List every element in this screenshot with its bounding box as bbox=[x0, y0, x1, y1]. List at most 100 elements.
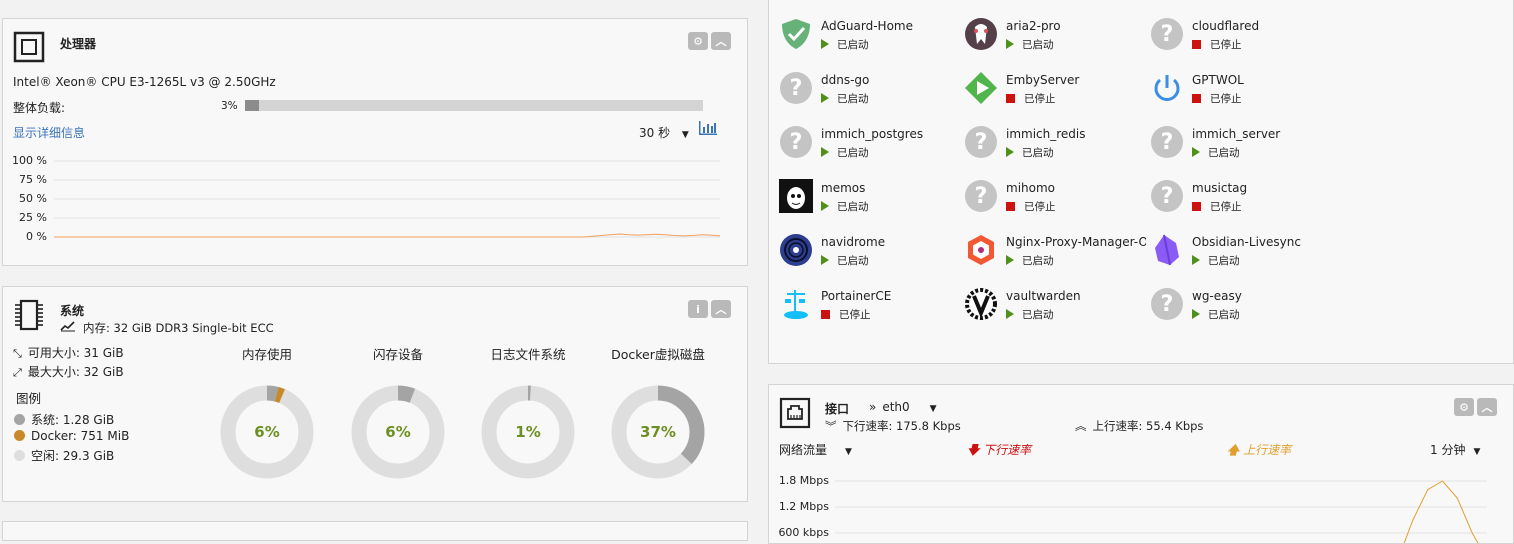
app-name: vaultwarden bbox=[1006, 289, 1081, 303]
network-interval-select[interactable]: 1 分钟 ▼ bbox=[1430, 441, 1480, 458]
collapse-icon[interactable]: ︿ bbox=[711, 300, 731, 318]
navidrome-icon[interactable] bbox=[779, 233, 813, 267]
aria2-icon[interactable] bbox=[964, 17, 998, 51]
up-arrow-icon: 🡅 bbox=[1227, 443, 1240, 457]
play-icon bbox=[1192, 255, 1200, 265]
portainer-icon[interactable] bbox=[779, 287, 813, 321]
traffic-select[interactable]: 网络流量 ▼ bbox=[779, 441, 852, 458]
cpu-model: Intel® Xeon® CPU E3-1265L v3 @ 2.50GHz bbox=[13, 75, 276, 89]
ethernet-icon bbox=[779, 397, 811, 429]
app-name: Obsidian-Livesync bbox=[1192, 235, 1301, 249]
app-status: 已停止 bbox=[1006, 91, 1056, 106]
y-tick-label: 600 kbps bbox=[778, 526, 829, 539]
y-tick-label: 25 % bbox=[19, 211, 47, 224]
y-tick-label: 75 % bbox=[19, 173, 47, 186]
legend-free: 空闲: 29.3 GiB bbox=[14, 447, 114, 464]
app-status-text: 已停止 bbox=[839, 309, 871, 321]
memory-icon bbox=[15, 299, 43, 331]
collapse-icon[interactable]: ︿ bbox=[711, 32, 731, 50]
vaultwarden-icon[interactable] bbox=[964, 287, 998, 321]
app-item[interactable]: EmbyServer 已停止 bbox=[964, 71, 1144, 111]
app-item[interactable]: ? immich_server 已启动 bbox=[1150, 125, 1330, 165]
cpu-chart: 100 % 75 % 50 % 25 % 0 % bbox=[3, 153, 747, 263]
expand-icon: ⤢ bbox=[13, 366, 22, 379]
app-item[interactable]: ? musictag 已停止 bbox=[1150, 179, 1330, 219]
trend-icon bbox=[60, 321, 75, 332]
power-icon[interactable] bbox=[1150, 71, 1184, 105]
app-item[interactable]: ? ddns-go 已启动 bbox=[779, 71, 959, 111]
app-status-text: 已停止 bbox=[1024, 201, 1056, 213]
gear-icon[interactable]: ⚙ bbox=[688, 32, 708, 50]
stop-icon bbox=[1006, 202, 1015, 211]
nginx-proxy-icon[interactable] bbox=[964, 233, 998, 267]
cpu-load-value: 3% bbox=[221, 100, 238, 112]
cpu-interval-select[interactable]: 30 秒 ▼ bbox=[639, 124, 689, 141]
app-item[interactable]: ? cloudflared 已停止 bbox=[1150, 17, 1330, 57]
max-size: ⤢ 最大大小: 32 GiB bbox=[13, 365, 124, 379]
y-tick-label: 0 % bbox=[26, 230, 47, 243]
app-status-text: 已启动 bbox=[1208, 309, 1240, 321]
unknown-icon[interactable]: ? bbox=[1150, 17, 1184, 51]
stop-icon bbox=[1192, 94, 1201, 103]
app-name: wg-easy bbox=[1192, 289, 1242, 303]
app-item[interactable]: GPTWOL 已停止 bbox=[1150, 71, 1330, 111]
dropdown-arrow-icon: ▼ bbox=[929, 404, 937, 414]
app-status-text: 已启动 bbox=[837, 93, 869, 105]
app-item[interactable]: Nginx-Proxy-Manager-Official 已启动 bbox=[964, 233, 1146, 273]
y-tick-label: 100 % bbox=[12, 154, 47, 167]
app-item[interactable]: ? immich_redis 已启动 bbox=[964, 125, 1144, 165]
app-status-text: 已停止 bbox=[1210, 93, 1242, 105]
app-status-text: 已启动 bbox=[1022, 309, 1054, 321]
emby-icon[interactable] bbox=[964, 71, 998, 105]
gear-icon[interactable]: ⚙ bbox=[1454, 398, 1474, 416]
unknown-icon[interactable]: ? bbox=[779, 125, 813, 159]
unknown-icon[interactable]: ? bbox=[964, 179, 998, 213]
donut-title-memory: 内存使用 bbox=[241, 347, 292, 362]
system-title: 系统 bbox=[60, 304, 85, 318]
app-status: 已启动 bbox=[821, 37, 869, 52]
unknown-icon[interactable]: ? bbox=[779, 71, 813, 105]
unknown-icon[interactable]: ? bbox=[1150, 179, 1184, 213]
y-tick-label: 50 % bbox=[19, 192, 47, 205]
info-icon[interactable]: i bbox=[688, 300, 708, 318]
donut-value: 6% bbox=[254, 423, 280, 441]
unknown-icon[interactable]: ? bbox=[1150, 287, 1184, 321]
adguard-icon[interactable] bbox=[779, 17, 813, 51]
chart-icon[interactable] bbox=[699, 121, 717, 135]
system-controls: i ︿ bbox=[688, 300, 731, 318]
app-item[interactable]: memos 已启动 bbox=[779, 179, 959, 219]
app-status: 已停止 bbox=[1192, 91, 1242, 106]
app-item[interactable]: ? immich_postgres 已启动 bbox=[779, 125, 959, 165]
play-icon bbox=[821, 255, 829, 265]
app-item[interactable]: Obsidian-Livesync 已启动 bbox=[1150, 233, 1330, 273]
unknown-icon[interactable]: ? bbox=[1150, 125, 1184, 159]
app-item[interactable]: ? mihomo 已停止 bbox=[964, 179, 1144, 219]
y-tick-label: 1.8 Mbps bbox=[778, 474, 829, 487]
legend-dot bbox=[14, 430, 25, 441]
app-name: musictag bbox=[1192, 181, 1248, 195]
memos-icon[interactable] bbox=[779, 179, 813, 213]
app-status-text: 已启动 bbox=[1022, 147, 1054, 159]
double-up-icon: ︽ bbox=[1075, 419, 1087, 433]
collapse-icon[interactable]: ︿ bbox=[1477, 398, 1497, 416]
system-panel: 系统 内存: 32 GiB DDR3 Single-bit ECC i ︿ ⤡ 可… bbox=[2, 286, 748, 502]
show-details-link[interactable]: 显示详细信息 bbox=[13, 124, 85, 141]
donut-title-log: 日志文件系统 bbox=[490, 347, 566, 362]
interface-select[interactable]: » eth0 ▼ bbox=[869, 400, 937, 414]
app-item[interactable]: vaultwarden 已启动 bbox=[964, 287, 1144, 327]
unknown-icon[interactable]: ? bbox=[964, 125, 998, 159]
app-item[interactable]: navidrome 已启动 bbox=[779, 233, 959, 273]
app-name: memos bbox=[821, 181, 866, 195]
app-status: 已启动 bbox=[1192, 145, 1240, 160]
app-status: 已启动 bbox=[1006, 145, 1054, 160]
obsidian-icon[interactable] bbox=[1150, 233, 1184, 267]
legend-title: 图例 bbox=[16, 391, 42, 406]
app-status-text: 已启动 bbox=[837, 201, 869, 213]
play-icon bbox=[1006, 147, 1014, 157]
app-item[interactable]: aria2-pro 已启动 bbox=[964, 17, 1144, 57]
up-speed: ︽ 上行速率: 55.4 Kbps bbox=[1075, 419, 1204, 433]
app-item[interactable]: PortainerCE 已停止 bbox=[779, 287, 959, 327]
cpu-title: 处理器 bbox=[60, 37, 97, 51]
app-item[interactable]: ? wg-easy 已启动 bbox=[1150, 287, 1330, 327]
app-item[interactable]: AdGuard-Home 已启动 bbox=[779, 17, 959, 57]
